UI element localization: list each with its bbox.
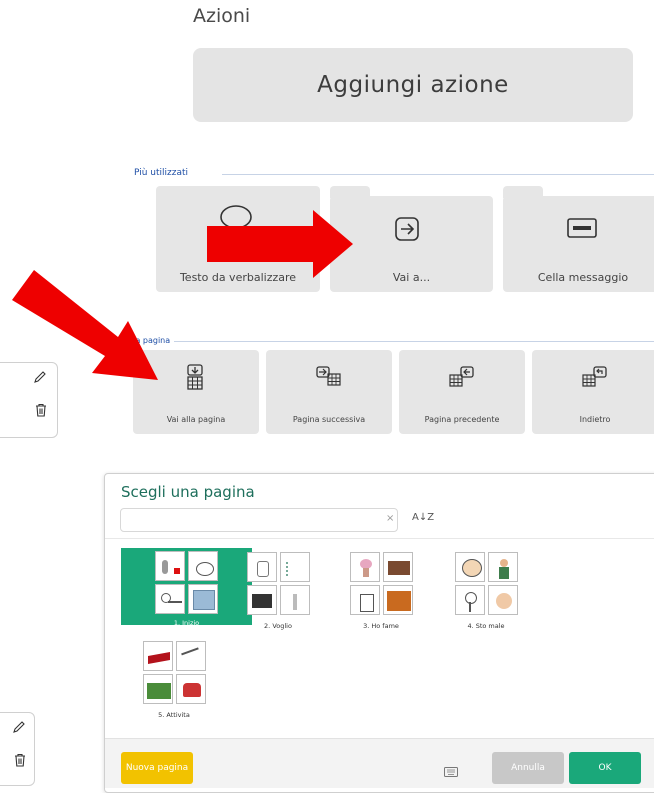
red-arrow-diagonal <box>12 270 158 380</box>
action-card-label: Cella messaggio <box>537 271 629 284</box>
page-tile-inizio[interactable]: 1. Inizio <box>121 548 252 627</box>
section-divider <box>172 341 654 342</box>
symbol-cell <box>175 674 206 704</box>
cancel-button[interactable]: Annulla <box>492 752 564 784</box>
sort-icon[interactable]: A↓Z <box>412 512 434 523</box>
ok-button[interactable]: OK <box>569 752 641 784</box>
symbol-cell <box>188 551 218 581</box>
actions-title: Azioni <box>193 5 251 27</box>
action-card-next-page[interactable]: Pagina successiva <box>266 350 392 434</box>
symbol-cell <box>188 584 218 614</box>
symbol-cell <box>487 552 518 582</box>
keyboard-icon[interactable] <box>444 762 458 781</box>
trash-icon[interactable] <box>14 752 26 771</box>
symbol-cell <box>142 674 173 704</box>
symbol-cell <box>246 585 277 615</box>
symbol-cell <box>349 585 380 615</box>
red-arrow-right <box>207 210 353 278</box>
page-thumbnail <box>454 552 518 615</box>
new-page-button[interactable]: Nuova pagina <box>121 752 193 784</box>
action-card-message-cell[interactable]: Cella messaggio <box>503 196 654 292</box>
symbol-cell <box>246 552 277 582</box>
page-label: 1. Inizio <box>173 619 200 627</box>
section-divider <box>222 174 654 175</box>
symbol-cell <box>142 641 173 671</box>
back-icon <box>582 366 608 392</box>
page-label: 3. Ho fame <box>363 622 399 630</box>
action-card-label: Vai alla pagina <box>166 415 226 424</box>
page-thumbnail <box>349 552 413 615</box>
symbol-cell <box>175 641 206 671</box>
action-card-label: Indietro <box>579 415 611 424</box>
symbol-cell <box>382 585 413 615</box>
page-thumbnail <box>142 641 206 704</box>
next-page-icon <box>316 366 342 390</box>
symbol-cell <box>454 552 485 582</box>
symbol-cell <box>454 585 485 615</box>
symbol-cell <box>487 585 518 615</box>
arrow-right-box-icon <box>394 216 420 246</box>
page-tile-attivita[interactable]: 5. Attivita <box>141 641 207 719</box>
page-label: 2. Voglio <box>264 622 292 630</box>
action-card-label: Vai a... <box>392 271 431 284</box>
page-thumbnail <box>155 551 218 614</box>
dialog-title: Scegli una pagina <box>121 483 255 501</box>
previous-page-icon <box>449 366 475 392</box>
page-tile-ho-fame[interactable]: 3. Ho fame <box>348 552 414 630</box>
symbol-cell <box>155 584 185 614</box>
message-bar-icon <box>567 218 597 242</box>
action-card-label: Pagina successiva <box>292 415 366 424</box>
symbol-cell <box>382 552 413 582</box>
page-thumbnail <box>246 552 310 615</box>
add-action-button[interactable]: Aggiungi azione <box>193 48 633 122</box>
action-card-previous-page[interactable]: Pagina precedente <box>399 350 525 434</box>
section-label-most-used: Più utilizzati <box>134 168 193 178</box>
action-card-back[interactable]: Indietro <box>532 350 654 434</box>
trash-icon[interactable] <box>35 402 47 421</box>
symbol-cell <box>349 552 380 582</box>
action-card-label: Pagina precedente <box>424 415 500 424</box>
symbol-cell <box>155 551 185 581</box>
pencil-icon[interactable] <box>12 719 26 738</box>
side-toolbar <box>0 712 35 786</box>
page-tile-sto-male[interactable]: 4. Sto male <box>453 552 519 630</box>
page-label: 5. Attivita <box>158 711 190 719</box>
clear-search-icon[interactable]: × <box>386 513 394 524</box>
symbol-cell <box>279 585 310 615</box>
page-tile-voglio[interactable]: 2. Voglio <box>245 552 311 630</box>
page-search-input[interactable] <box>120 508 398 532</box>
page-label: 4. Sto male <box>467 622 505 630</box>
go-to-page-icon <box>187 364 203 394</box>
symbol-cell <box>279 552 310 582</box>
